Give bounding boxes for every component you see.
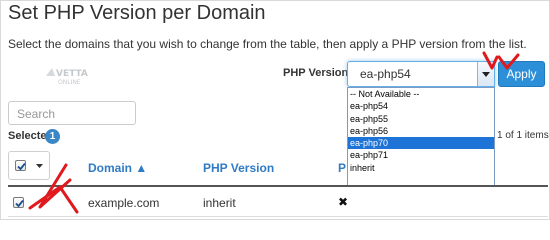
annotation-arrow-top-right — [497, 53, 520, 70]
annotation-arrow-top-left — [482, 51, 499, 70]
annotation-arrows — [28, 51, 520, 214]
annotation-arrow-bottom — [28, 185, 79, 214]
annotation-arrow-left — [38, 163, 72, 209]
